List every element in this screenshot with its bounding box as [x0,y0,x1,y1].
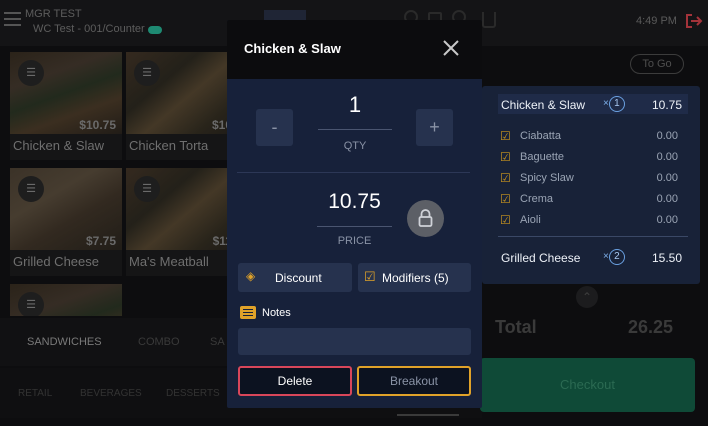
modifier-price: 0.00 [656,130,678,142]
menu-item-tile[interactable]: ☰ $7.75 Grilled Cheese [10,168,122,276]
qty-value[interactable]: 1 [318,92,392,118]
qty-count: 2 [608,249,625,265]
item-name: Chicken Torta [129,138,209,153]
lock-price-button[interactable] [407,200,444,237]
modifier-row: ☑ Aioli 0.00 [498,211,688,229]
delete-button[interactable]: Delete [238,366,352,396]
modifier-row: ☑ Spicy Slaw 0.00 [498,169,688,187]
price-value[interactable]: 10.75 [317,190,392,214]
subcategory-tab-retail[interactable]: RETAIL [18,388,52,399]
menu-item-tile[interactable]: ☰ $10.7 Chicken Torta [126,52,238,160]
notes-icon [240,306,256,319]
lock-icon [418,209,433,227]
menu-item-tile[interactable]: ☰ $10.75 Chicken & Slaw [10,52,122,160]
order-line[interactable]: Grilled Cheese × 2 15.50 [498,248,688,268]
discount-label: Discount [275,271,322,285]
modifier-row: ☑ Baguette 0.00 [498,148,688,166]
modifier-row: ☑ Crema 0.00 [498,190,688,208]
checkbox-icon: ☑ [500,171,511,185]
filter-icon: ☰ [18,176,44,202]
menu-item-tile[interactable]: ☰ $11.0 Ma's Meatball [126,168,238,276]
order-line-selected[interactable]: Chicken & Slaw × 1 10.75 [498,94,688,114]
item-name: Grilled Cheese [13,254,99,269]
qty-label: QTY [343,140,367,152]
modifier-price: 0.00 [656,214,678,226]
order-line-price: 15.50 [651,251,682,265]
subcategory-tab-desserts[interactable]: DESSERTS [166,388,220,399]
divider [237,172,470,173]
checkbox-icon: ☑ [364,269,376,284]
home-indicator [397,414,459,416]
qty-underline [318,129,392,130]
notes-input[interactable] [238,328,471,355]
order-line-name: Grilled Cheese [501,251,581,265]
qty-badge: × 2 [603,249,625,265]
qty-count: 1 [608,96,625,112]
cart-icon[interactable] [482,12,496,28]
order-line-name: Chicken & Slaw [501,98,586,112]
decrease-qty-button[interactable]: - [256,109,293,146]
menu-item-tile[interactable]: ☰ [10,284,122,316]
total-value: 26.25 [628,317,674,337]
checkbox-icon: ☑ [500,213,511,227]
tag-icon: ◈ [246,269,256,283]
close-icon[interactable] [442,39,460,57]
modifier-name: Baguette [520,151,565,163]
modifiers-button[interactable]: ☑ Modifiers (5) [358,263,471,292]
filter-icon: ☰ [134,60,160,86]
filter-icon: ☰ [18,292,44,316]
order-list: Chicken & Slaw × 1 10.75 ☑ Ciabatta 0.00 … [482,86,700,284]
order-type-button[interactable]: To Go [630,54,684,74]
breakout-button[interactable]: Breakout [357,366,471,396]
discount-button[interactable]: ◈ Discount [238,263,352,292]
category-tab-more[interactable]: SA [210,336,225,348]
modal-header: Chicken & Slaw [227,20,482,79]
checkbox-icon: ☑ [500,192,511,206]
checkbox-icon: ☑ [500,150,511,164]
item-price: $10.75 [79,118,116,132]
price-underline [317,226,392,227]
cloud-sync-icon [148,26,162,34]
increase-qty-button[interactable]: + [416,109,453,146]
clock-text: 4:49 PM [636,15,677,27]
item-name: Ma's Meatball [129,254,209,269]
header-tab-indicator [264,10,306,20]
item-name: Chicken & Slaw [13,138,105,153]
modifier-name: Crema [520,193,554,205]
modifier-name: Spicy Slaw [520,172,574,184]
filter-icon: ☰ [134,176,160,202]
modifier-price: 0.00 [656,193,678,205]
menu-icon[interactable] [4,12,21,26]
modifier-row: ☑ Ciabatta 0.00 [498,127,688,145]
filter-icon: ☰ [18,60,44,86]
scroll-up-icon[interactable]: ⌃ [576,286,598,308]
checkbox-icon: ☑ [500,129,511,143]
modal-title: Chicken & Slaw [244,41,341,56]
subcategory-tab-beverages[interactable]: BEVERAGES [80,388,142,399]
user-label: MGR TEST [25,8,82,20]
checkout-button[interactable]: Checkout [480,358,695,412]
item-edit-modal: Chicken & Slaw - 1 QTY + 10.75 PRICE ◈ D… [227,20,482,408]
qty-badge: × 1 [603,96,625,112]
pos-screen: MGR TEST WC Test - 001/Counter 4:49 PM ☰… [0,0,708,426]
modifier-name: Aioli [520,214,541,226]
notes-label: Notes [262,307,291,319]
total-label: Total [495,317,537,337]
terminal-label: WC Test - 001/Counter [33,23,145,35]
price-label: PRICE [337,235,372,247]
category-tab-sandwiches[interactable]: SANDWICHES [27,336,102,348]
divider [498,236,688,237]
modifiers-label: Modifiers (5) [382,271,449,285]
logout-icon[interactable] [685,13,703,29]
item-price: $7.75 [85,234,116,248]
category-tab-combo[interactable]: COMBO [138,336,180,348]
modifier-price: 0.00 [656,172,678,184]
modifier-name: Ciabatta [520,130,561,142]
modifier-price: 0.00 [656,151,678,163]
order-line-price: 10.75 [651,98,682,112]
